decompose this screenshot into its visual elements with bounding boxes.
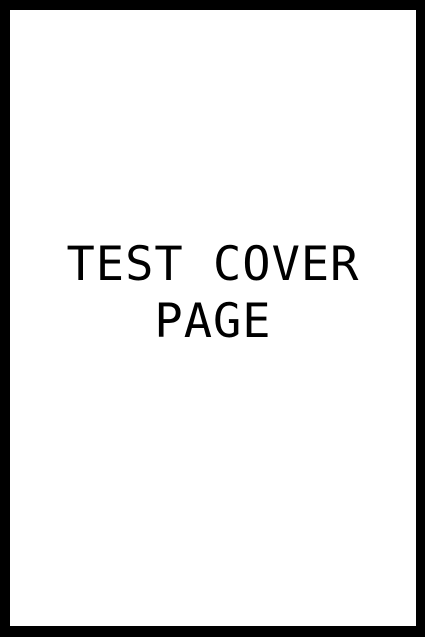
cover-frame: TEST COVER PAGE [0, 0, 425, 637]
cover-page: TEST COVER PAGE [10, 10, 416, 626]
cover-title-line-1: TEST COVER [66, 237, 360, 292]
cover-title-line-2: PAGE [154, 294, 272, 349]
cover-title: TEST COVER PAGE [10, 236, 416, 350]
